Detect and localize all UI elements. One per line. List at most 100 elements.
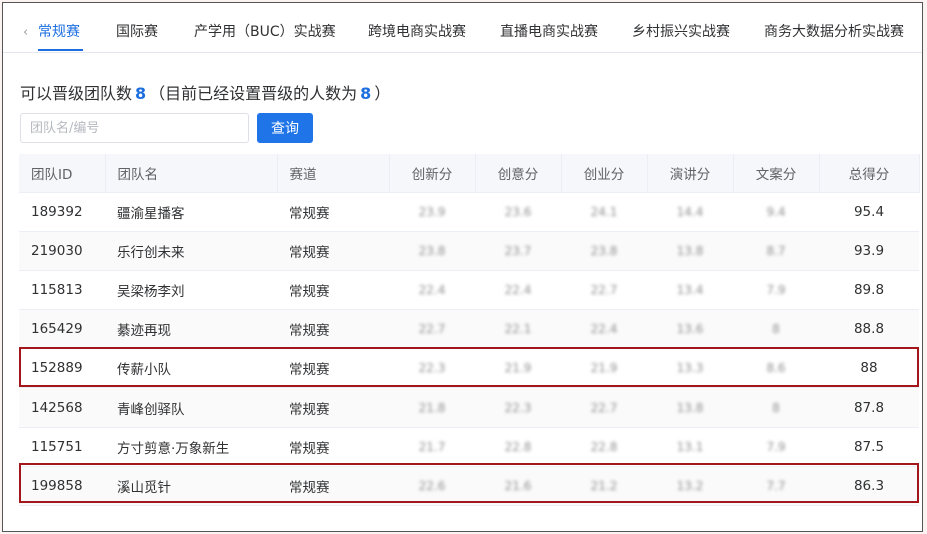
tab-regular[interactable]: 常规赛	[38, 22, 80, 42]
blurred-score-value: 22.7	[590, 400, 618, 415]
blurred-score-value: 13.8	[676, 400, 704, 415]
cell-team-id: 165429	[19, 309, 105, 350]
cell-total-score: 87.5	[819, 427, 919, 467]
table-row: 189392 疆渝星播客 常规赛 23.9 23.6 24.1 14.4 9.4 95.4	[19, 192, 919, 232]
table-row: 152889 传薪小队 常规赛 22.3 21.9 21.9 13.3 8.6 88	[19, 348, 919, 389]
cell-speech-score: 13.6	[647, 309, 733, 350]
table-row: 115751 方寸剪意·万象新生 常规赛 21.7 22.8 22.8 13.1 7.9 87.…	[19, 427, 919, 467]
blurred-score-value: 13.8	[676, 243, 704, 258]
cell-innovation-score: 23.9	[389, 192, 475, 232]
promotion-set-count: 8	[360, 84, 372, 103]
blurred-score-value: 23.8	[418, 243, 446, 258]
cell-speech-score: 13.8	[647, 231, 733, 271]
blurred-score-value: 22.4	[418, 282, 446, 297]
blurred-score-value: 8.6	[766, 361, 786, 376]
cell-copywriting-score: 7.9	[733, 270, 819, 311]
cell-track: 常规赛	[277, 270, 389, 311]
cell-track: 常规赛	[277, 309, 389, 350]
chevron-left-icon[interactable]: ‹	[23, 25, 28, 40]
header-speech: 演讲分	[647, 154, 734, 193]
query-button[interactable]: 查询	[257, 113, 313, 143]
tab-international[interactable]: 国际赛	[116, 22, 158, 42]
cell-innovation-score: 22.6	[389, 466, 475, 507]
cell-speech-score: 13.3	[647, 348, 733, 389]
cell-copywriting-score: 8	[733, 309, 819, 350]
cell-speech-score: 13.8	[647, 387, 733, 428]
blurred-score-value: 23.8	[590, 243, 618, 258]
table-header-row: 团队ID 团队名 赛道 创新分 创意分 创业分 演讲分 文案分 总得分	[19, 154, 920, 193]
tab-rural-revitalization[interactable]: 乡村振兴实战赛	[632, 22, 730, 42]
cell-copywriting-score: 8.6	[733, 348, 819, 389]
cell-team-name: 疆渝星播客	[105, 192, 277, 232]
blurred-score-value: 23.6	[504, 204, 532, 219]
blurred-score-value: 23.9	[418, 204, 446, 219]
cell-business-score: 22.4	[561, 309, 647, 350]
table-row: 142568 青峰创驿队 常规赛 21.8 22.3 22.7 13.8 8 87.8	[19, 387, 919, 428]
cell-team-name: 溪山觅针	[105, 466, 277, 507]
table-row: 219030 乐行创未来 常规赛 23.8 23.7 23.8 13.8 8.7 93.9	[19, 231, 919, 271]
cell-innovation-score: 22.7	[389, 309, 475, 350]
blurred-score-value: 23.7	[504, 243, 532, 258]
cell-total-score: 95.4	[819, 192, 919, 232]
tab-cross-border[interactable]: 跨境电商实战赛	[368, 22, 466, 42]
cell-business-score: 23.8	[561, 231, 647, 271]
cell-creativity-score: 22.3	[475, 387, 561, 428]
cell-creativity-score: 23.7	[475, 231, 561, 271]
cell-business-score: 24.1	[561, 192, 647, 232]
cell-team-id: 199858	[19, 466, 105, 507]
cell-business-score: 22.8	[561, 427, 647, 467]
cell-team-name: 吴梁杨李刘	[105, 270, 277, 311]
cell-copywriting-score: 7.9	[733, 427, 819, 467]
cell-total-score: 93.9	[819, 231, 919, 271]
team-search-input[interactable]	[20, 113, 249, 143]
header-business: 创业分	[561, 154, 648, 193]
cell-track: 常规赛	[277, 192, 389, 232]
promotion-set-label: （目前已经设置晋级的人数为	[149, 84, 358, 103]
cell-creativity-score: 22.8	[475, 427, 561, 467]
blurred-score-value: 22.8	[504, 439, 532, 454]
cell-team-name: 乐行创未来	[105, 231, 277, 271]
cell-speech-score: 14.4	[647, 192, 733, 232]
cell-creativity-score: 21.6	[475, 466, 561, 507]
cell-total-score: 88	[819, 348, 919, 389]
cell-track: 常规赛	[277, 466, 389, 507]
table-row: 165429 綦迹再现 常规赛 22.7 22.1 22.4 13.6 8 88.8	[19, 309, 919, 350]
blurred-score-value: 21.6	[504, 478, 532, 493]
blurred-score-value: 22.4	[504, 282, 532, 297]
blurred-score-value: 21.7	[418, 439, 446, 454]
blurred-score-value: 13.6	[676, 322, 704, 337]
tab-big-data[interactable]: 商务大数据分析实战赛	[764, 22, 904, 42]
blurred-score-value: 22.8	[590, 439, 618, 454]
cell-business-score: 22.7	[561, 270, 647, 311]
cell-business-score: 21.2	[561, 466, 647, 507]
cell-team-id: 189392	[19, 192, 105, 232]
cell-innovation-score: 21.7	[389, 427, 475, 467]
header-track: 赛道	[277, 154, 390, 193]
cell-track: 常规赛	[277, 231, 389, 271]
blurred-score-value: 24.1	[590, 204, 618, 219]
tab-buc[interactable]: 产学用（BUC）实战赛	[194, 22, 336, 42]
cell-creativity-score: 21.9	[475, 348, 561, 389]
header-innovation: 创新分	[389, 154, 476, 193]
blurred-score-value: 13.3	[676, 361, 704, 376]
app-frame: ‹ 常规赛 国际赛 产学用（BUC）实战赛 跨境电商实战赛 直播电商实战赛 乡村…	[2, 2, 923, 532]
cell-innovation-score: 22.3	[389, 348, 475, 389]
cell-track: 常规赛	[277, 427, 389, 467]
cell-business-score: 22.7	[561, 387, 647, 428]
cell-copywriting-score: 9.4	[733, 192, 819, 232]
cell-team-id: 152889	[19, 348, 105, 389]
cell-creativity-score: 22.4	[475, 270, 561, 311]
cell-total-score: 87.8	[819, 387, 919, 428]
cell-team-name: 方寸剪意·万象新生	[105, 427, 277, 467]
cell-total-score: 86.3	[819, 466, 919, 507]
tab-live-commerce[interactable]: 直播电商实战赛	[500, 22, 598, 42]
header-copywriting: 文案分	[733, 154, 820, 193]
cell-creativity-score: 23.6	[475, 192, 561, 232]
blurred-score-value: 9.4	[766, 204, 786, 219]
blurred-score-value: 7.7	[766, 478, 786, 493]
blurred-score-value: 22.3	[418, 361, 446, 376]
cell-total-score: 89.8	[819, 270, 919, 311]
blurred-score-value: 7.9	[766, 439, 786, 454]
blurred-score-value: 22.1	[504, 322, 532, 337]
cell-team-name: 綦迹再现	[105, 309, 277, 350]
